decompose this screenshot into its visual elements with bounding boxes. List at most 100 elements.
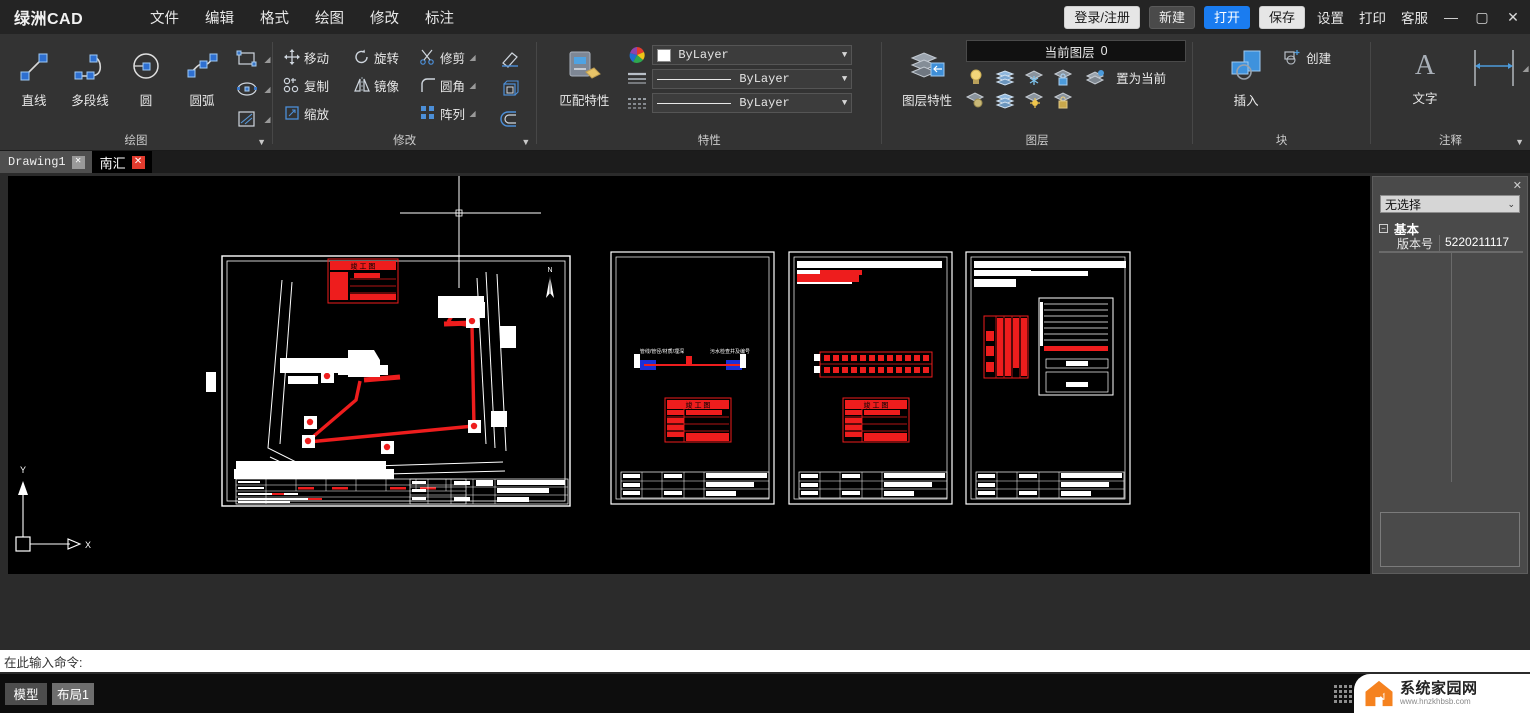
- menu-modify[interactable]: 修改: [368, 4, 401, 31]
- modify-offset-button[interactable]: [499, 106, 521, 132]
- drawing-canvas[interactable]: Y X 竣 工 图 N 管线/管径/材质/埋深 污水检查井及编号 竣 工 图 竣…: [8, 176, 1370, 574]
- hatch-dropdown-icon[interactable]: ◢: [263, 115, 272, 124]
- lineweight-combo-chevron-down-icon[interactable]: ▼: [842, 98, 847, 108]
- draw-line-button[interactable]: 直线: [6, 40, 62, 109]
- draw-panel-expand-icon[interactable]: ▼: [257, 134, 266, 150]
- open-file-button[interactable]: 打开: [1203, 5, 1250, 29]
- linetype-preview-icon: [657, 78, 732, 80]
- profile-sheet[interactable]: 管线/管径/材质/埋深 污水检查井及编号 竣 工 图: [610, 251, 775, 505]
- cad-application-window: 绿洲CAD 文件 编辑 格式 绘图 修改 标注 登录/注册 新建 打开 保存 设…: [0, 0, 1530, 713]
- text-tool-button[interactable]: A 文字: [1395, 40, 1455, 107]
- lock-icon[interactable]: [1053, 67, 1073, 87]
- model-tab[interactable]: 模型: [5, 682, 47, 705]
- modify-copy-button[interactable]: 复制: [283, 72, 353, 98]
- close-icon[interactable]: ✕: [1502, 9, 1524, 26]
- array-dropdown-icon[interactable]: ◢: [468, 109, 477, 118]
- print-button[interactable]: 打印: [1356, 5, 1389, 29]
- selection-filter-chevron-down-icon[interactable]: ⌄: [1507, 199, 1515, 210]
- svg-text:Y: Y: [20, 465, 26, 475]
- current-layer-field[interactable]: 当前图层 0: [966, 40, 1187, 62]
- current-layer-label: 当前图层: [1044, 45, 1095, 60]
- draw-polyline-label: 多段线: [71, 94, 109, 108]
- selection-filter-dropdown[interactable]: 无选择 ⌄: [1380, 195, 1520, 213]
- color-combo-value: ByLayer: [678, 48, 729, 62]
- detail-sheet[interactable]: [965, 251, 1131, 505]
- color-combo[interactable]: ByLayer ▼: [652, 45, 853, 65]
- close-tab-nanhui-icon[interactable]: ✕: [131, 155, 145, 169]
- linear-dimension-icon[interactable]: [1469, 48, 1521, 90]
- make-current-label[interactable]: 置为当前: [1116, 68, 1166, 87]
- fillet-dropdown-icon[interactable]: ◢: [468, 81, 477, 90]
- unlock-icon[interactable]: [1053, 90, 1073, 110]
- settings-button[interactable]: 设置: [1314, 5, 1347, 29]
- modify-erase-button[interactable]: [499, 46, 521, 72]
- draw-hatch-button[interactable]: ◢: [236, 106, 272, 132]
- freeze-icon[interactable]: [1024, 67, 1044, 87]
- draw-rectangle-button[interactable]: ◢: [236, 46, 272, 72]
- status-grid-icon[interactable]: [1334, 685, 1352, 703]
- ucs-icon: Y X: [15, 465, 91, 552]
- lineweight-combo[interactable]: ByLayer ▼: [652, 93, 853, 113]
- layer-icon[interactable]: [995, 67, 1015, 87]
- modify-scale-button[interactable]: 缩放: [283, 100, 353, 126]
- menu-edit[interactable]: 编辑: [203, 4, 236, 31]
- site-plan-sheet[interactable]: 竣 工 图 N: [206, 255, 571, 507]
- svg-text:A: A: [1415, 50, 1436, 81]
- lamp-off-icon[interactable]: [966, 90, 986, 110]
- draw-arc-button[interactable]: 圆弧: [174, 40, 230, 109]
- linetype-combo-chevron-down-icon[interactable]: ▼: [842, 74, 847, 84]
- match-properties-button[interactable]: 匹配特性: [551, 40, 617, 109]
- document-tab-nanhui[interactable]: 南汇 ✕: [91, 151, 152, 173]
- modify-trim-button[interactable]: 修剪 ◢: [419, 44, 491, 70]
- minimize-icon[interactable]: —: [1440, 9, 1462, 25]
- properties-palette-close-icon[interactable]: ✕: [1513, 179, 1522, 192]
- menu-file[interactable]: 文件: [148, 4, 181, 31]
- modify-fillet-button[interactable]: 圆角 ◢: [419, 72, 491, 98]
- ellipse-dropdown-icon[interactable]: ◢: [263, 85, 272, 94]
- close-tab-drawing1-icon[interactable]: ✕: [71, 155, 85, 169]
- table-sheet[interactable]: 竣 工 图: [788, 251, 953, 505]
- rectangle-dropdown-icon[interactable]: ◢: [263, 55, 272, 64]
- draw-polyline-button[interactable]: 多段线: [62, 40, 118, 109]
- layer-alt-icon[interactable]: [995, 90, 1015, 110]
- properties-description-box: [1380, 512, 1520, 567]
- linetype-combo[interactable]: ByLayer ▼: [652, 69, 853, 89]
- dimension-dropdown-icon[interactable]: ◢: [1521, 64, 1530, 73]
- property-row-version[interactable]: 版本号 5220211117: [1379, 235, 1523, 252]
- draw-ellipse-button[interactable]: ◢: [236, 76, 272, 102]
- modify-rotate-label: 旋转: [374, 51, 400, 66]
- insert-block-icon: [1231, 50, 1261, 80]
- trim-icon: [420, 49, 434, 65]
- make-current-icon[interactable]: [1085, 67, 1107, 87]
- modify-rotate-button[interactable]: 旋转: [353, 44, 419, 70]
- menu-dimension[interactable]: 标注: [423, 4, 456, 31]
- data-table: [814, 351, 933, 378]
- property-color-row: ByLayer ▼: [627, 45, 853, 65]
- maximize-icon[interactable]: ▢: [1471, 9, 1493, 26]
- modify-move-button[interactable]: 移动: [283, 44, 353, 70]
- login-register-button[interactable]: 登录/注册: [1064, 5, 1140, 29]
- thaw-icon[interactable]: [1024, 90, 1044, 110]
- explode-icon: [503, 80, 519, 96]
- save-file-button[interactable]: 保存: [1258, 5, 1305, 29]
- layer-properties-button[interactable]: 图层特性: [896, 40, 958, 109]
- create-block-button[interactable]: 创建: [1283, 44, 1331, 70]
- insert-block-button[interactable]: 插入: [1215, 40, 1277, 109]
- layout1-tab[interactable]: 布局1: [52, 682, 94, 705]
- new-file-button[interactable]: 新建: [1148, 5, 1195, 29]
- command-input[interactable]: 在此输入命令:: [0, 650, 1530, 672]
- color-combo-chevron-down-icon[interactable]: ▼: [842, 50, 847, 60]
- annotation-panel-expand-icon[interactable]: ▼: [1515, 134, 1524, 150]
- collapse-group-icon[interactable]: −: [1379, 224, 1388, 233]
- trim-dropdown-icon[interactable]: ◢: [468, 53, 477, 62]
- lamp-on-icon[interactable]: [966, 67, 986, 87]
- modify-array-button[interactable]: 阵列 ◢: [419, 100, 491, 126]
- menu-draw[interactable]: 绘图: [313, 4, 346, 31]
- draw-circle-button[interactable]: 圆: [118, 40, 174, 109]
- customer-support-button[interactable]: 客服: [1398, 5, 1431, 29]
- modify-mirror-button[interactable]: 镜像: [353, 72, 419, 98]
- modify-explode-button[interactable]: [499, 76, 521, 102]
- modify-panel-expand-icon[interactable]: ▼: [521, 134, 530, 150]
- menu-format[interactable]: 格式: [258, 4, 291, 31]
- document-tab-drawing1[interactable]: Drawing1 ✕: [0, 151, 92, 173]
